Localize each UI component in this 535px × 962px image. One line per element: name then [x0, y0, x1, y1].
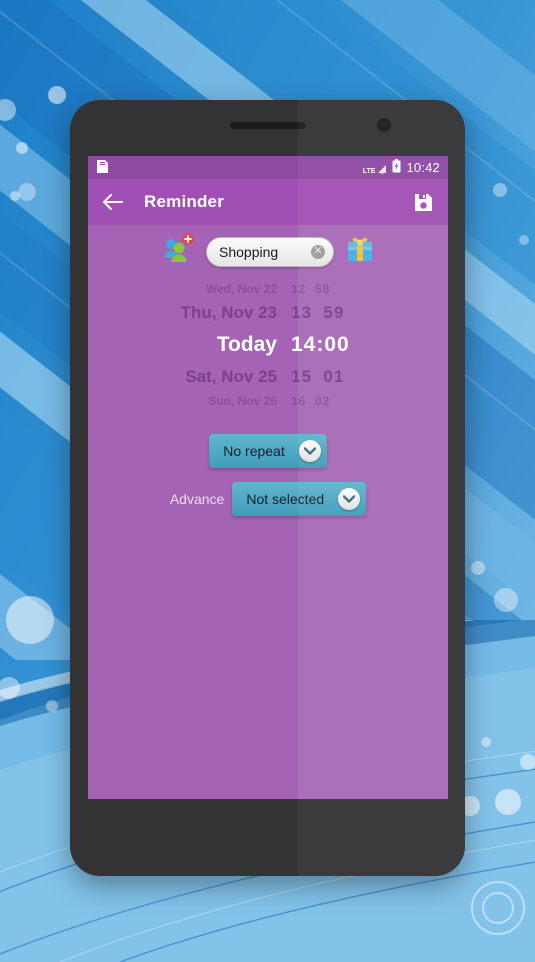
save-floppy-icon[interactable] [410, 189, 436, 215]
picker-time: 13 59 [291, 303, 345, 322]
picker-date: Wed, Nov 22 [205, 282, 277, 296]
advance-label: Advance [169, 491, 225, 507]
advance-row: Advance Not selected [88, 482, 448, 516]
page-title: Reminder [144, 192, 225, 211]
lte-label: LTE [362, 167, 376, 175]
arrow-back-icon[interactable] [100, 189, 126, 215]
battery-charging-icon [392, 159, 401, 176]
picker-time: 12 58 [291, 282, 331, 296]
repeat-value: No repeat [223, 443, 285, 459]
repeat-spinner[interactable]: No repeat [209, 434, 327, 468]
front-camera [377, 118, 391, 132]
reminder-title-value: Shopping [219, 243, 279, 260]
phone-screen: LTE x 10:42 Reminder Shopping ✕ Wed, Nov… [88, 156, 448, 799]
status-bar: LTE x 10:42 [88, 156, 448, 179]
lte-signal-icon: LTE x [363, 161, 388, 175]
advance-spinner[interactable]: Not selected [232, 482, 367, 516]
status-bar-clock: 10:42 [406, 160, 440, 175]
picker-row[interactable]: Wed, Nov 22 12 58 [88, 280, 448, 298]
reminder-form: Shopping ✕ Wed, Nov 22 12 58 Thu, Nov 23… [88, 225, 448, 799]
picker-date-selected: Today [216, 333, 277, 356]
picker-time: 15 01 [291, 367, 345, 386]
picker-row[interactable]: Sun, Nov 26 16 02 [88, 392, 448, 410]
app-bar: Reminder [88, 179, 448, 225]
phone-device: LTE x 10:42 Reminder Shopping ✕ Wed, Nov… [70, 100, 465, 876]
gift-icon[interactable] [344, 233, 376, 270]
picker-date: Sun, Nov 26 [208, 394, 277, 408]
add-contact-icon[interactable] [160, 233, 196, 270]
picker-row[interactable]: Thu, Nov 23 13 59 [88, 298, 448, 328]
date-time-picker[interactable]: Wed, Nov 22 12 58 Thu, Nov 23 13 59 Toda… [88, 280, 448, 410]
clear-circle-icon[interactable]: ✕ [311, 244, 325, 259]
picker-date: Thu, Nov 23 [180, 303, 277, 322]
picker-time-selected: 14:00 [291, 333, 350, 356]
chevron-down-icon[interactable] [338, 488, 361, 510]
reminder-title-input[interactable]: Shopping ✕ [206, 236, 334, 267]
title-row: Shopping ✕ [88, 225, 448, 270]
chevron-down-icon[interactable] [298, 440, 321, 462]
picker-time: 16 02 [291, 394, 331, 408]
repeat-row: No repeat [88, 434, 448, 468]
picker-row[interactable]: Sat, Nov 25 15 01 [88, 362, 448, 392]
picker-row-selected[interactable]: Today 14:00 [88, 328, 448, 362]
earpiece-speaker [229, 122, 306, 129]
picker-date: Sat, Nov 25 [185, 367, 277, 386]
advance-value: Not selected [246, 491, 325, 507]
note-document-icon [96, 159, 109, 177]
